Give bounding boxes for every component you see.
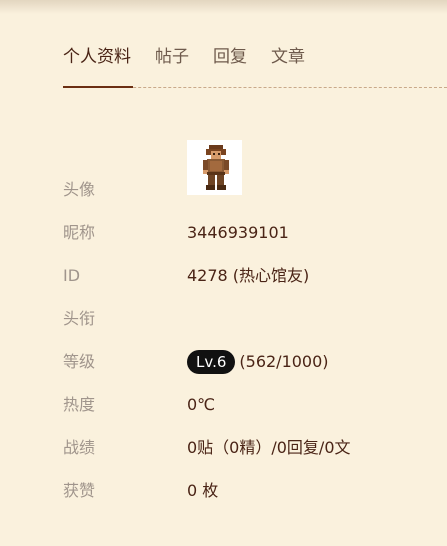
record-value: 0贴（0精）/0回复/0文 bbox=[187, 438, 351, 457]
pixel-character-avatar-icon bbox=[187, 140, 242, 195]
id-value: 4278 (热心馆友) bbox=[187, 266, 310, 285]
profile-tabs: 个人资料 帖子 回复 文章 bbox=[63, 45, 305, 69]
active-tab-indicator bbox=[63, 86, 133, 88]
title-label: 头衔 bbox=[63, 309, 96, 328]
tab-posts[interactable]: 帖子 bbox=[155, 45, 189, 69]
tab-replies[interactable]: 回复 bbox=[213, 45, 247, 69]
id-label: ID bbox=[63, 266, 81, 285]
avatar bbox=[187, 140, 242, 195]
record-label: 战绩 bbox=[63, 438, 96, 457]
likes-value: 0 枚 bbox=[187, 481, 219, 500]
likes-label: 获赞 bbox=[63, 481, 96, 500]
level-badge: Lv.6 bbox=[187, 350, 236, 374]
heat-value: 0℃ bbox=[187, 395, 216, 414]
top-shadow bbox=[0, 0, 447, 14]
nickname-value: 3446939101 bbox=[187, 223, 289, 242]
level-label: 等级 bbox=[63, 352, 96, 371]
level-value: Lv.6 (562/1000) bbox=[187, 350, 329, 374]
tab-profile[interactable]: 个人资料 bbox=[63, 45, 131, 69]
avatar-label: 头像 bbox=[63, 180, 96, 199]
tab-articles[interactable]: 文章 bbox=[271, 45, 305, 69]
level-progress: (562/1000) bbox=[239, 352, 329, 371]
heat-label: 热度 bbox=[63, 395, 96, 414]
nickname-label: 昵称 bbox=[63, 223, 96, 242]
